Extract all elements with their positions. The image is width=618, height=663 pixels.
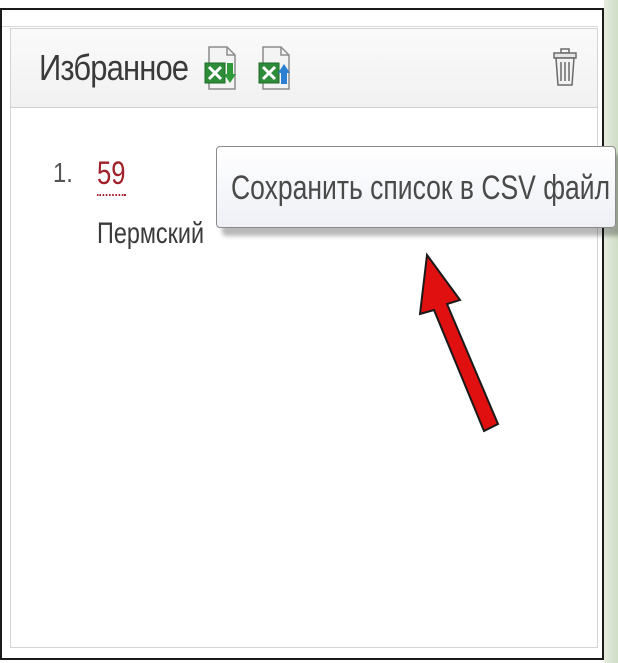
screenshot-frame: Избранное 1. 59 Пермский Сохранить списо…	[0, 0, 618, 663]
map-edge-strip	[604, 0, 618, 663]
trash-icon[interactable]	[551, 43, 579, 93]
tooltip-text: Сохранить список в CSV файл	[231, 169, 611, 207]
list-item-number: 1.	[53, 157, 73, 188]
favorites-panel: Избранное 1. 59 Пермский	[10, 28, 598, 648]
list-item-region: Пермский	[97, 217, 205, 250]
favorites-header: Избранное	[11, 29, 597, 108]
favorites-title: Избранное	[39, 47, 189, 88]
excel-upload-icon[interactable]	[257, 43, 295, 93]
panel-top-strip	[2, 10, 598, 27]
excel-download-icon[interactable]	[203, 43, 241, 93]
list-item-code-link[interactable]: 59	[97, 155, 126, 196]
tooltip: Сохранить список в CSV файл	[216, 146, 616, 228]
